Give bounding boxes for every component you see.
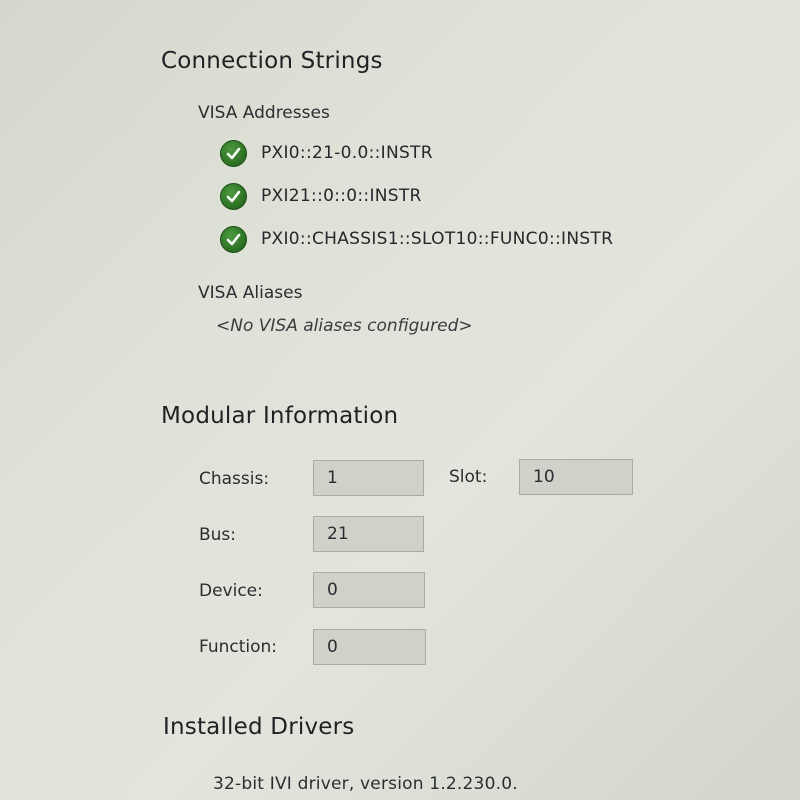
visa-addresses-heading: VISA Addresses [198,103,330,123]
visa-address-row[interactable]: PXI0::21-0.0::INSTR [220,138,433,168]
check-circle-icon [220,225,247,253]
visa-address-text: PXI0::21-0.0::INSTR [261,143,433,163]
installed-driver-item: 32-bit IVI driver, version 1.2.230.0. [213,774,518,794]
slot-field[interactable]: 10 [519,459,633,495]
visa-address-text: PXI21::0::0::INSTR [261,186,422,206]
function-label: Function: [199,637,278,657]
bus-label: Bus: [199,525,237,545]
modular-information-heading: Modular Information [161,403,399,429]
device-properties-panel: Connection Strings VISA Addresses PXI0::… [0,0,800,800]
visa-aliases-heading: VISA Aliases [198,283,303,303]
chassis-label: Chassis: [199,469,270,489]
chassis-field[interactable]: 1 [313,460,424,496]
device-field[interactable]: 0 [313,572,425,608]
check-circle-icon [220,139,247,167]
function-field[interactable]: 0 [313,629,426,665]
check-circle-icon [220,182,247,210]
slot-label: Slot: [449,467,488,487]
device-label: Device: [199,581,263,601]
installed-drivers-heading: Installed Drivers [163,714,355,740]
visa-address-text: PXI0::CHASSIS1::SLOT10::FUNC0::INSTR [261,229,614,249]
bus-field[interactable]: 21 [313,516,424,552]
visa-address-row[interactable]: PXI0::CHASSIS1::SLOT10::FUNC0::INSTR [220,224,613,254]
visa-aliases-empty-message: <No VISA aliases configured> [216,316,473,336]
visa-address-row[interactable]: PXI21::0::0::INSTR [220,181,422,211]
connection-strings-heading: Connection Strings [161,48,383,74]
